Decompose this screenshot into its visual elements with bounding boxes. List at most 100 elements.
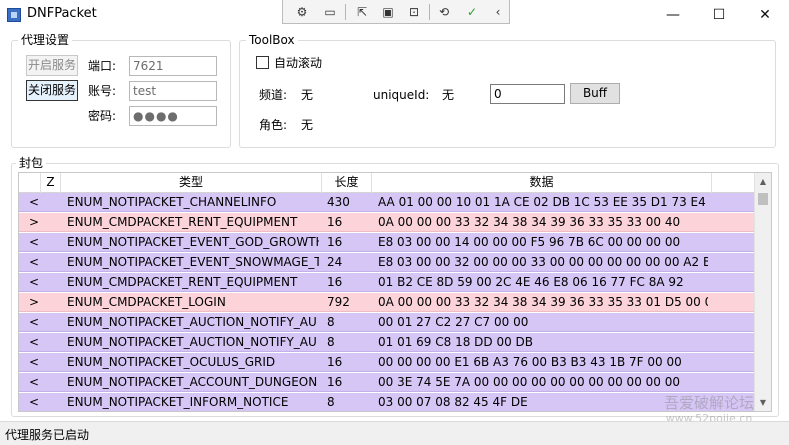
type-cell: ENUM_NOTIPACKET_OCULUS_GRID [67, 355, 276, 369]
type-cell: ENUM_CMDPACKET_RENT_EQUIPMENT [67, 275, 298, 289]
packet-row[interactable]: < ENUM_NOTIPACKET_EVENT_GOD_GROWTH 16 E8… [19, 233, 755, 252]
length-cell: 16 [327, 235, 343, 249]
packet-row[interactable]: > ENUM_CMDPACKET_RENT_EQUIPMENT 16 0A 00… [19, 213, 755, 232]
direction-cell: < [29, 315, 40, 329]
packet-row[interactable]: < ENUM_NOTIPACKET_OCULUS_GRID 16 00 00 0… [19, 353, 755, 372]
account-field[interactable]: test [129, 81, 217, 101]
password-label: 密码: [88, 109, 117, 123]
start-service-button[interactable]: 开启服务 [26, 55, 78, 76]
window-title: DNFPacket [27, 6, 97, 21]
length-cell: 16 [327, 275, 343, 289]
length-cell: 16 [327, 355, 343, 369]
length-cell: 16 [327, 215, 343, 229]
close-button[interactable]: ✕ [742, 0, 788, 30]
type-cell: ENUM_NOTIPACKET_EVENT_GOD_GROWTH [67, 235, 319, 249]
uniqueid-label: uniqueId: [373, 88, 430, 102]
channel-value: 无 [301, 88, 314, 102]
status-text: 代理服务已启动 [5, 428, 90, 442]
port-field[interactable]: 7621 [129, 56, 217, 76]
password-field[interactable]: ●●●● [129, 106, 217, 126]
column-header-length[interactable]: 长度 [322, 173, 372, 193]
packet-row[interactable]: < ENUM_NOTIPACKET_ACCOUNT_DUNGEON 16 00 … [19, 373, 755, 392]
direction-cell: > [29, 295, 40, 309]
check-icon[interactable]: ✓ [463, 3, 481, 21]
camera-icon[interactable]: ▭ [321, 3, 339, 21]
column-header-direction[interactable] [19, 173, 41, 193]
data-cell: 03 00 07 08 82 45 4F DE [378, 395, 528, 409]
data-cell: AA 01 00 00 10 01 1A CE 02 DB 1C 53 EE 3… [378, 195, 708, 209]
length-cell: 792 [327, 295, 350, 309]
length-cell: 8 [327, 315, 335, 329]
packet-row[interactable]: < ENUM_NOTIPACKET_INFORM_NOTICE 8 03 00 … [19, 393, 755, 411]
watermark-line1: 吾爱破解论坛 [664, 394, 755, 412]
channel-label: 频道: [259, 88, 288, 102]
autoscroll-checkbox[interactable] [256, 56, 269, 69]
data-cell: E8 03 00 00 32 00 00 00 33 00 00 00 00 0… [378, 255, 708, 269]
proxy-group-title: 代理设置 [18, 32, 73, 48]
toolbar-separator [429, 4, 430, 20]
column-header-z[interactable]: Z [41, 173, 61, 193]
data-cell: 01 01 69 C8 18 DD 00 DB [378, 335, 534, 349]
data-cell: E8 03 00 00 14 00 00 00 F5 96 7B 6C 00 0… [378, 235, 681, 249]
data-cell: 0A 00 00 00 33 32 34 38 34 39 36 33 35 3… [378, 295, 708, 309]
collapse-icon[interactable]: ‹ [489, 3, 507, 21]
buff-input[interactable]: 0 [490, 84, 565, 104]
direction-cell: < [29, 195, 40, 209]
packet-grid[interactable]: Z 类型 长度 数据 < ENUM_NOTIPACKET_CHANNELINFO… [18, 172, 772, 412]
direction-cell: < [29, 235, 40, 249]
type-cell: ENUM_NOTIPACKET_EVENT_SNOWMAGE_T [67, 255, 319, 269]
app-icon [7, 8, 21, 22]
packet-group-title: 封包 [16, 155, 47, 171]
direction-cell: < [29, 375, 40, 389]
packet-row[interactable]: < ENUM_NOTIPACKET_CHANNELINFO 430 AA 01 … [19, 193, 755, 212]
maximize-button[interactable]: ☐ [696, 0, 742, 30]
column-header-data[interactable]: 数据 [372, 173, 712, 193]
data-cell: 00 3E 74 5E 7A 00 00 00 00 00 00 00 00 0… [378, 375, 680, 389]
type-cell: ENUM_CMDPACKET_RENT_EQUIPMENT [67, 215, 298, 229]
stop-service-button[interactable]: 关闭服务 [26, 80, 78, 101]
type-cell: ENUM_CMDPACKET_LOGIN [67, 295, 226, 309]
live-tree-icon[interactable]: ⚙ [293, 3, 311, 21]
data-cell: 0A 00 00 00 33 32 34 38 34 39 36 33 35 3… [378, 215, 681, 229]
buff-button[interactable]: Buff [570, 83, 620, 104]
debug-toolbar: ⚙ ▭ ⇱ ▣ ⊡ ⟲ ✓ ‹ [282, 0, 510, 24]
type-cell: ENUM_NOTIPACKET_CHANNELINFO [67, 195, 277, 209]
toolbox-group-title: ToolBox [246, 32, 298, 48]
packet-row[interactable]: < ENUM_CMDPACKET_RENT_EQUIPMENT 16 01 B2… [19, 273, 755, 292]
vertical-scrollbar[interactable]: ▲ ▼ [754, 173, 771, 411]
port-label: 端口: [88, 59, 117, 73]
packet-row[interactable]: > ENUM_CMDPACKET_LOGIN 792 0A 00 00 00 3… [19, 293, 755, 312]
direction-cell: < [29, 355, 40, 369]
length-cell: 8 [327, 395, 335, 409]
scroll-thumb[interactable] [758, 193, 768, 205]
minimize-button[interactable]: — [650, 0, 696, 30]
scroll-up-icon[interactable]: ▲ [755, 173, 771, 190]
packet-row[interactable]: < ENUM_NOTIPACKET_AUCTION_NOTIFY_AU 8 01… [19, 333, 755, 352]
type-cell: ENUM_NOTIPACKET_AUCTION_NOTIFY_AU [67, 315, 317, 329]
direction-cell: < [29, 255, 40, 269]
role-label: 角色: [259, 118, 288, 132]
status-bar: 代理服务已启动 [0, 421, 789, 445]
track-focus-icon[interactable]: ⊡ [405, 3, 423, 21]
length-cell: 8 [327, 335, 335, 349]
packet-row[interactable]: < ENUM_NOTIPACKET_EVENT_SNOWMAGE_T 24 E8… [19, 253, 755, 272]
toolbar-separator [345, 4, 346, 20]
grid-header: Z 类型 长度 数据 [19, 173, 755, 193]
data-cell: 01 B2 CE 8D 59 00 2C 4E 46 E8 06 16 77 F… [378, 275, 684, 289]
display-adorners-icon[interactable]: ▣ [379, 3, 397, 21]
direction-cell: > [29, 215, 40, 229]
role-value: 无 [301, 118, 314, 132]
type-cell: ENUM_NOTIPACKET_ACCOUNT_DUNGEON [67, 375, 318, 389]
scroll-down-icon[interactable]: ▼ [755, 394, 771, 411]
uniqueid-value: 无 [442, 88, 455, 102]
type-cell: ENUM_NOTIPACKET_AUCTION_NOTIFY_AU [67, 335, 317, 349]
account-label: 账号: [88, 84, 117, 98]
column-header-type[interactable]: 类型 [61, 173, 322, 193]
length-cell: 430 [327, 195, 350, 209]
length-cell: 24 [327, 255, 343, 269]
packet-row[interactable]: < ENUM_NOTIPACKET_AUCTION_NOTIFY_AU 8 00… [19, 313, 755, 332]
hot-reload-icon[interactable]: ⟲ [435, 3, 453, 21]
direction-cell: < [29, 395, 40, 409]
type-cell: ENUM_NOTIPACKET_INFORM_NOTICE [67, 395, 289, 409]
select-element-icon[interactable]: ⇱ [353, 3, 371, 21]
